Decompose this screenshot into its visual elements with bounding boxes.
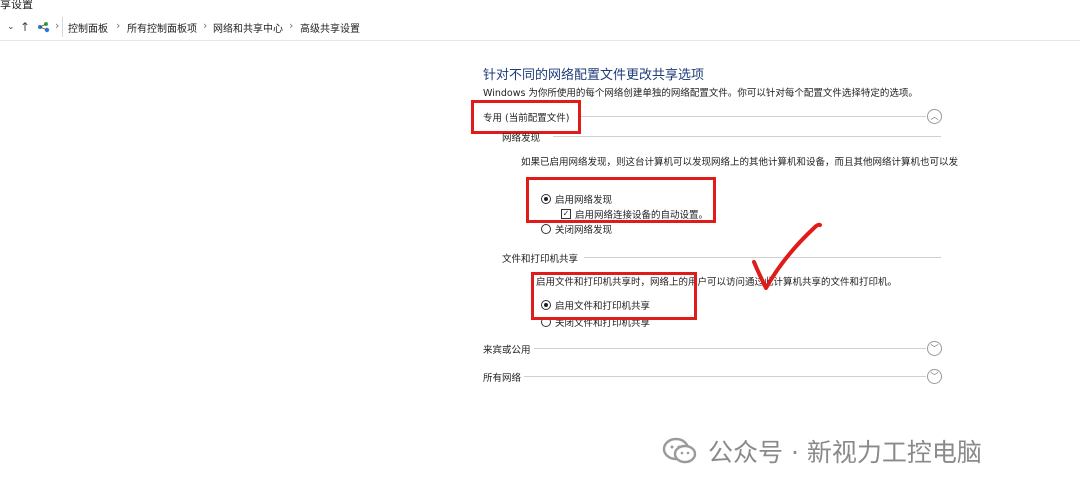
window-title: 享设置 bbox=[0, 0, 33, 11]
page-heading: 针对不同的网络配置文件更改共享选项 bbox=[483, 68, 705, 83]
section-divider bbox=[534, 348, 926, 349]
wechat-icon bbox=[662, 437, 697, 464]
breadcrumb-control-panel[interactable]: 控制面板 bbox=[68, 20, 108, 35]
breadcrumb-all-items[interactable]: 所有控制面板项 bbox=[127, 20, 197, 35]
up-arrow-icon[interactable]: ↑ bbox=[20, 20, 30, 34]
chevron-up-icon[interactable]: ︿ bbox=[927, 109, 942, 124]
address-bar: ⌄ ↑ › 控制面板 › 所有控制面板项 › 网络和共享中心 › 高级共享设置 bbox=[0, 14, 1080, 41]
separator-icon: › bbox=[203, 19, 208, 32]
breadcrumb-advanced-sharing[interactable]: 高级共享设置 bbox=[300, 20, 360, 35]
watermark-text: 公众号 · 新视力工控电脑 bbox=[708, 438, 982, 467]
page-description: Windows 为你所使用的每个网络创建单独的网络配置文件。你可以针对每个配置文… bbox=[483, 88, 918, 99]
divider bbox=[62, 17, 63, 37]
chevron-down-icon[interactable]: ﹀ bbox=[927, 369, 942, 384]
chevron-down-icon[interactable]: ﹀ bbox=[927, 341, 942, 356]
annotation-box-file-printer bbox=[531, 272, 697, 320]
watermark: 公众号 · 新视力工控电脑 bbox=[662, 433, 982, 469]
checkmark-annotation-icon bbox=[752, 222, 822, 290]
guest-public-title[interactable]: 来宾或公用 bbox=[483, 342, 531, 356]
annotation-box-private bbox=[471, 100, 581, 134]
chevron-down-icon[interactable]: ⌄ bbox=[7, 22, 15, 32]
all-networks-title[interactable]: 所有网络 bbox=[483, 370, 521, 384]
annotation-box-discovery bbox=[526, 177, 716, 223]
network-discovery-title: 网络发现 bbox=[502, 133, 541, 144]
separator-icon: › bbox=[116, 19, 121, 32]
network-icon bbox=[37, 19, 51, 33]
breadcrumb-network-center[interactable]: 网络和共享中心 bbox=[213, 20, 283, 35]
separator-icon: › bbox=[289, 19, 294, 32]
radio-unselected-icon[interactable] bbox=[541, 224, 551, 234]
subsection-divider bbox=[553, 136, 941, 137]
section-divider bbox=[578, 116, 926, 117]
file-printer-title: 文件和打印机共享 bbox=[502, 254, 579, 265]
network-discovery-text: 如果已启用网络发现，则这台计算机可以发现网络上的其他计算机和设备，而且其他网络计… bbox=[521, 157, 959, 168]
radio-network-discovery-off[interactable]: 关闭网络发现 bbox=[541, 222, 612, 236]
section-divider bbox=[524, 376, 926, 377]
separator-icon: › bbox=[55, 19, 60, 32]
